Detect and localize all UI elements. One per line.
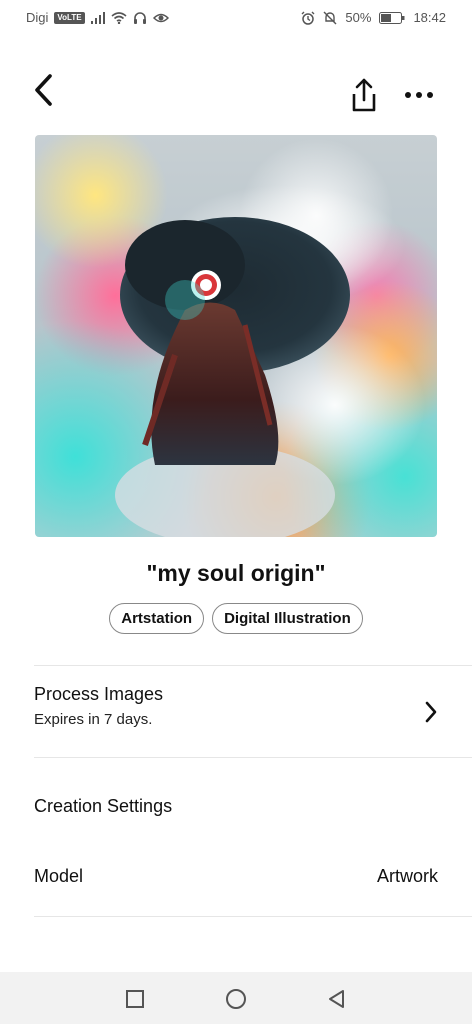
status-right: 50% 18:42 [301,10,446,25]
chevron-left-icon[interactable] [28,70,62,110]
status-bar: Digi VoLTE 50% 18:42 [0,0,472,36]
process-images-label: Process Images [34,684,164,704]
wifi-icon [111,11,127,24]
back-icon[interactable] [326,988,348,1010]
eye-icon [152,13,169,22]
status-left: Digi VoLTE [26,10,169,25]
tag-list: Artstation Digital Illustration [0,603,472,634]
artwork-image[interactable] [35,135,437,537]
process-images-row[interactable]: Process Images Expires in 7 days. [34,684,438,744]
model-value: Artwork [376,866,438,886]
artwork-illustration [115,185,425,537]
mute-icon [323,11,337,24]
tag-artstation[interactable]: Artstation [109,603,205,634]
model-label: Model [34,866,84,886]
battery-icon [379,11,405,24]
creation-settings-title: Creation Settings [34,796,173,816]
headphones-icon [133,12,146,24]
model-row: Model Artwork [34,866,438,887]
volte-badge: VoLTE [54,11,85,24]
carrier-name: Digi [26,10,49,25]
signal-icon [90,11,105,24]
artwork-title: "my soul origin" [146,560,326,586]
divider [34,665,472,666]
process-images-expiry: Expires in 7 days. [34,711,153,728]
chevron-right-icon [425,701,437,723]
share-icon[interactable] [346,76,382,116]
alarm-icon [301,11,315,25]
home-icon[interactable] [225,988,247,1010]
recent-apps-icon[interactable] [124,988,146,1010]
battery-percent: 50% [345,10,372,25]
system-nav-bar [0,972,472,1024]
clock: 18:42 [413,10,446,25]
tag-digital-illustration[interactable]: Digital Illustration [212,603,363,634]
more-horizontal-icon[interactable] [402,82,436,108]
divider [34,916,472,917]
divider [34,757,472,758]
